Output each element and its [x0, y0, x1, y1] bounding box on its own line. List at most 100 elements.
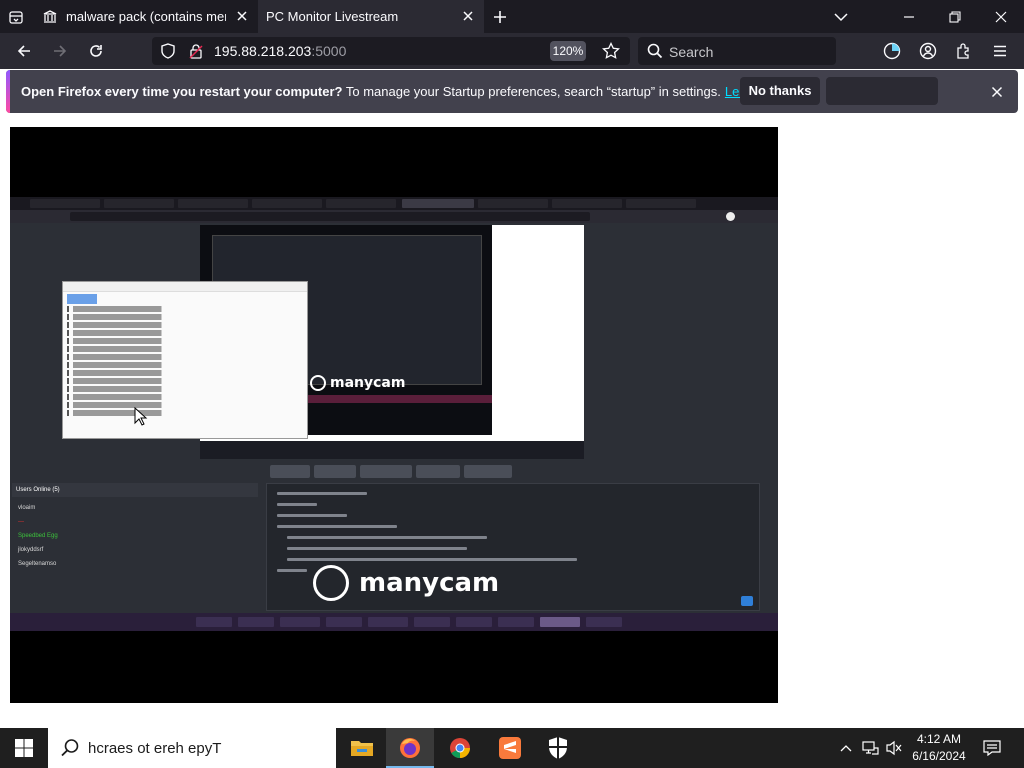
url-bar[interactable]: 195.88.218.203:5000 120% — [152, 37, 630, 65]
search-placeholder: Search — [669, 44, 714, 60]
search-icon — [647, 43, 663, 64]
vpn-extension-button[interactable] — [879, 38, 905, 64]
streamed-tab — [30, 199, 100, 208]
search-input[interactable]: Search — [638, 37, 836, 65]
url-host: 195.88.218.203 — [214, 43, 312, 59]
streamed-browser-nav — [10, 210, 778, 223]
chat-line — [277, 492, 367, 495]
hamburger-menu-icon — [994, 45, 1006, 57]
streamed-task-item — [414, 617, 450, 627]
file-row — [67, 394, 303, 400]
manycam-logo-icon — [310, 375, 326, 391]
forward-arrow-icon — [54, 45, 67, 57]
streamed-task-item — [196, 617, 232, 627]
streamed-task-item — [368, 617, 408, 627]
streamed-tab — [178, 199, 248, 208]
insecure-lock-icon[interactable] — [188, 43, 204, 64]
close-tab-icon[interactable] — [234, 8, 250, 24]
firefox-button[interactable] — [386, 728, 434, 768]
network-button[interactable] — [858, 728, 882, 768]
volume-button[interactable] — [882, 728, 906, 768]
notification-center-button[interactable] — [978, 728, 1006, 768]
blank-action-button[interactable] — [826, 77, 938, 105]
minimize-button[interactable] — [886, 0, 932, 33]
startup-notification-bar: Open Firefox every time you restart your… — [6, 70, 1018, 113]
sublime-button[interactable] — [486, 728, 534, 768]
no-thanks-button[interactable]: No thanks — [740, 77, 820, 105]
notification-accent — [6, 70, 10, 113]
taskbar-search-input[interactable]: hcraes ot ereh epyT — [48, 728, 336, 768]
chevron-up-icon — [840, 745, 852, 752]
streamed-file-manager-window — [62, 281, 308, 439]
user-entry: Speedbed Egg — [18, 533, 58, 539]
streamed-task-item — [326, 617, 362, 627]
streamed-task-item — [540, 617, 580, 627]
clock-date: 6/16/2024 — [912, 749, 966, 763]
list-all-tabs-button[interactable] — [818, 0, 864, 33]
forward-button[interactable] — [47, 38, 73, 64]
back-arrow-icon — [17, 45, 30, 57]
reload-button[interactable] — [83, 38, 109, 64]
streamed-toolbar-button — [360, 465, 412, 478]
file-row — [67, 362, 303, 368]
streamed-tab — [104, 199, 174, 208]
user-entry: — — [18, 519, 24, 525]
back-button[interactable] — [11, 38, 37, 64]
url-text[interactable]: 195.88.218.203:5000 — [214, 43, 346, 59]
livestream-video[interactable]: manycam Users Online (5) vloaim — Speedb… — [10, 127, 778, 703]
tab-pc-monitor[interactable]: PC Monitor Livestream — [258, 0, 484, 33]
chat-line — [287, 558, 577, 561]
chrome-button[interactable] — [436, 728, 484, 768]
user-entry: jlokyddsrf — [18, 547, 44, 553]
speaker-muted-icon — [886, 740, 902, 756]
security-app-button[interactable] — [534, 728, 582, 768]
start-button[interactable] — [0, 728, 48, 768]
new-tab-button[interactable] — [488, 5, 512, 29]
bookmark-star-icon[interactable] — [602, 41, 620, 65]
nested-watermark-text: manycam — [330, 375, 406, 391]
windows-taskbar: hcraes ot ereh epyT 4:12 AM 6/16/2024 — [0, 728, 1024, 768]
system-clock[interactable]: 4:12 AM 6/16/2024 — [906, 731, 972, 765]
tab-bar: malware pack (contains memz) PC Monitor … — [0, 0, 1024, 33]
streamed-avatar — [726, 212, 735, 221]
file-explorer-button[interactable] — [338, 728, 386, 768]
account-icon — [919, 42, 937, 60]
zoom-level-badge[interactable]: 120% — [550, 41, 586, 61]
show-hidden-icons-button[interactable] — [836, 728, 856, 768]
extension-circle-icon — [883, 42, 901, 60]
chrome-icon — [450, 738, 470, 759]
streamed-task-item — [238, 617, 274, 627]
account-button[interactable] — [915, 38, 941, 64]
chat-line — [287, 536, 487, 539]
app-menu-button[interactable] — [987, 38, 1013, 64]
restore-button[interactable] — [932, 0, 978, 33]
notification-text: To manage your Startup preferences, sear… — [342, 84, 721, 99]
extensions-button[interactable] — [951, 38, 977, 64]
tab-malware-pack[interactable]: malware pack (contains memz) — [32, 0, 258, 33]
streamed-tab-active — [402, 199, 474, 208]
streamed-tab — [626, 199, 696, 208]
restore-icon — [949, 10, 961, 23]
streamed-task-item — [586, 617, 622, 627]
reload-icon — [90, 45, 102, 57]
tab-list-button[interactable] — [4, 5, 28, 29]
file-manager-toolbar — [67, 294, 303, 304]
puzzle-icon — [957, 43, 969, 59]
windows-logo-icon — [15, 739, 33, 757]
chat-line — [287, 547, 467, 550]
streamed-task-item — [280, 617, 320, 627]
navigation-bar: 195.88.218.203:5000 120% Search — [0, 33, 1024, 69]
chat-line — [277, 569, 307, 572]
file-manager-titlebar — [63, 282, 307, 292]
minimize-icon — [904, 15, 914, 18]
tab-title: malware pack (contains memz) — [66, 9, 226, 24]
close-window-button[interactable] — [978, 0, 1024, 33]
library-icon — [42, 9, 58, 25]
file-row — [67, 410, 303, 416]
streamed-url-bar — [70, 212, 590, 221]
close-tab-icon[interactable] — [460, 8, 476, 24]
tracking-protection-shield-icon[interactable] — [160, 43, 176, 64]
close-notification-button[interactable] — [988, 83, 1006, 101]
chat-line — [277, 525, 397, 528]
firefox-icon — [400, 738, 420, 758]
